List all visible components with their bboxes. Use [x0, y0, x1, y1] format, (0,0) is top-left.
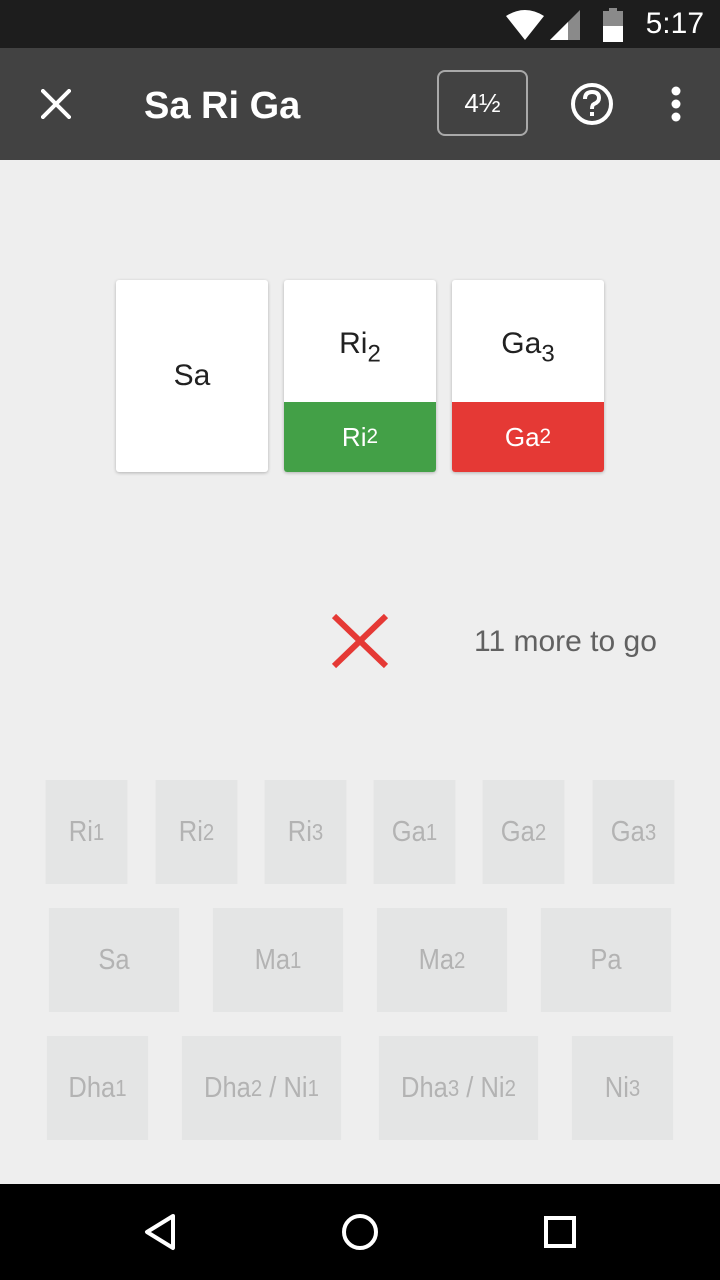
home-button[interactable] [336, 1208, 384, 1256]
battery-icon [603, 8, 623, 42]
key-ga3[interactable]: Ga 3 [592, 780, 675, 884]
cell-signal-icon [550, 10, 580, 40]
close-button[interactable] [28, 76, 84, 132]
key-ga1[interactable]: Ga 1 [373, 780, 456, 884]
key-ma2[interactable]: Ma 2 [376, 908, 508, 1012]
status-bar: 5:17 [0, 0, 720, 48]
home-icon [342, 1214, 378, 1250]
key-dha2-ni1[interactable]: Dha 2 / Ni 1 [181, 1036, 342, 1140]
system-nav-bar [0, 1184, 720, 1280]
wrong-x-icon [331, 613, 389, 669]
back-button[interactable] [136, 1208, 184, 1256]
answer-wrong: Ga 2 [452, 402, 604, 472]
note-card-ga: Ga3 Ga 2 [452, 280, 604, 472]
card-note: Sa [173, 359, 211, 392]
key-ri3[interactable]: Ri 3 [264, 780, 347, 884]
status-time: 5:17 [645, 7, 704, 40]
more-vert-icon [671, 86, 681, 122]
back-icon [145, 1214, 175, 1250]
level-button[interactable]: 4½ [437, 70, 528, 136]
page-title: Sa Ri Ga [144, 85, 301, 127]
key-ri1[interactable]: Ri 1 [45, 780, 128, 884]
key-dha1[interactable]: Dha 1 [46, 1036, 149, 1140]
key-ri2[interactable]: Ri 2 [155, 780, 238, 884]
card-note: Ga3 [501, 327, 555, 368]
key-ga2[interactable]: Ga 2 [482, 780, 565, 884]
card-note: Ri2 [339, 327, 381, 368]
more-options-button[interactable] [656, 78, 696, 130]
wifi-icon [506, 10, 544, 40]
app-bar: Sa Ri Ga 4½ [0, 48, 720, 160]
recents-icon [544, 1216, 576, 1248]
answer-correct: Ri 2 [284, 402, 436, 472]
key-dha3-ni2[interactable]: Dha 3 / Ni 2 [378, 1036, 539, 1140]
help-button[interactable] [566, 78, 618, 130]
close-icon [41, 89, 71, 119]
remaining-count: 11 more to go [474, 625, 657, 658]
recents-button[interactable] [536, 1208, 584, 1256]
note-cards: Sa Ri2 Ri 2 Ga3 Ga 2 [116, 280, 604, 472]
key-pa[interactable]: Pa [540, 908, 672, 1012]
note-card-sa: Sa [116, 280, 268, 472]
note-card-ri: Ri2 Ri 2 [284, 280, 436, 472]
key-ni3[interactable]: Ni 3 [571, 1036, 674, 1140]
key-sa[interactable]: Sa [48, 908, 180, 1012]
key-ma1[interactable]: Ma 1 [212, 908, 344, 1012]
help-icon [571, 83, 613, 125]
